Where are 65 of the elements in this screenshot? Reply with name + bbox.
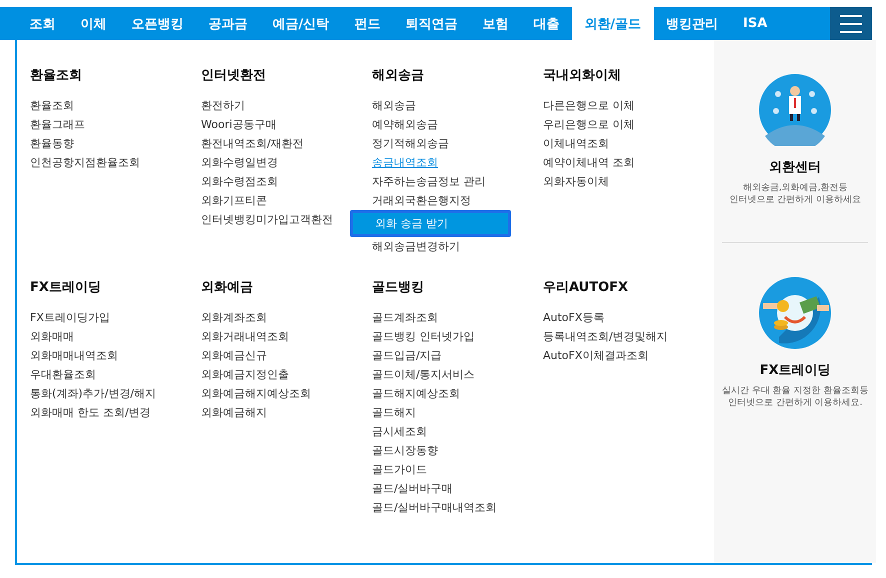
menu-link[interactable]: 우리은행으로 이체: [543, 115, 634, 134]
menu-link[interactable]: 외화기프티콘: [201, 191, 267, 210]
menu-link[interactable]: 해외송금: [372, 96, 416, 115]
menu-link[interactable]: 자주하는송금정보 관리: [372, 172, 486, 191]
menu-link[interactable]: 금시세조회: [372, 422, 427, 441]
menu-link[interactable]: 골드가이드: [372, 460, 427, 479]
promo-description: 실시간 우대 환율 지정한 환율조회등 인터넷으로 간편하게 이용하세요.: [722, 385, 868, 409]
menu-link[interactable]: 골드이체/통지서비스: [372, 365, 475, 384]
menu-link[interactable]: 환전내역조회/재환전: [201, 134, 304, 153]
group-heading: 골드뱅킹: [372, 279, 424, 296]
menu-link[interactable]: 외화수령점조회: [201, 172, 278, 191]
menu-button[interactable]: [830, 7, 872, 40]
menu-link[interactable]: 골드계좌조회: [372, 308, 438, 327]
menu-link[interactable]: 외화예금신규: [201, 346, 267, 365]
menu-link[interactable]: 골드해지: [372, 403, 416, 422]
group-heading: FX트레이딩: [30, 279, 101, 296]
menu-link[interactable]: 골드/실버바구매내역조회: [372, 498, 497, 517]
group-heading: 인터넷환전: [201, 67, 266, 84]
menu-link[interactable]: 예약이체내역 조회: [543, 153, 634, 172]
menu-link[interactable]: 송금내역조회: [372, 153, 438, 172]
menu-link[interactable]: 외화예금해지예상조회: [201, 384, 311, 403]
menu-link[interactable]: 외화예금지정인출: [201, 365, 289, 384]
menu-link[interactable]: 인터넷뱅킹미가입고객환전: [201, 210, 333, 229]
menu-link[interactable]: 환전하기: [201, 96, 245, 115]
group-heading: 우리AUTOFX: [543, 279, 628, 296]
menu-link[interactable]: 정기적해외송금: [372, 134, 449, 153]
menu-link[interactable]: 외화예금해지: [201, 403, 267, 422]
menu-link[interactable]: 외화매매: [30, 327, 74, 346]
menu-link[interactable]: 골드해지예상조회: [372, 384, 460, 403]
menu-link[interactable]: 골드뱅킹 인터넷가입: [372, 327, 474, 346]
menu-link[interactable]: 외화거래내역조회: [201, 327, 289, 346]
menu-link[interactable]: 통화(계좌)추가/변경/해지: [30, 384, 156, 403]
menu-link[interactable]: 외화계좌조회: [201, 308, 267, 327]
menu-link[interactable]: 해외송금변경하기: [372, 237, 460, 256]
group-heading: 국내외화이체: [543, 67, 621, 84]
menu-link[interactable]: 외화자동이체: [543, 172, 609, 191]
menu-link[interactable]: 거래외국환은행지정: [372, 191, 471, 210]
menu-link[interactable]: 예약해외송금: [372, 115, 438, 134]
menu-link[interactable]: AutoFX등록: [543, 308, 604, 327]
promo-title: 외환센터: [769, 159, 822, 176]
menu-link[interactable]: 외화수령일변경: [201, 153, 278, 172]
menu-link[interactable]: 환율그래프: [30, 115, 85, 134]
menu-link[interactable]: 외화매매내역조회: [30, 346, 118, 365]
promo-description: 해외송금,외화예금,환전등 인터넷으로 간편하게 이용하세요: [729, 182, 862, 206]
menu-link[interactable]: 다른은행으로 이체: [543, 96, 634, 115]
menu-link[interactable]: 골드입금/지급: [372, 346, 442, 365]
menu-icon: [840, 14, 862, 32]
promo-title: FX트레이딩: [760, 362, 831, 379]
menu-link[interactable]: FX트레이딩가입: [30, 308, 110, 327]
money-exchange-icon: [759, 277, 832, 349]
menu-link[interactable]: 골드시장동향: [372, 441, 438, 460]
menu-link[interactable]: 이체내역조회: [543, 134, 609, 153]
group-heading: 해외송금: [372, 67, 424, 84]
menu-link[interactable]: 외화매매 한도 조회/변경: [30, 403, 151, 422]
menu-link[interactable]: 환율동향: [30, 134, 74, 153]
menu-link[interactable]: 골드/실버바구매: [372, 479, 453, 498]
menu-link[interactable]: 인천공항지점환율조회: [30, 153, 140, 172]
menu-link[interactable]: AutoFX이체결과조회: [543, 346, 648, 365]
group-heading: 외화예금: [201, 279, 253, 296]
menu-link[interactable]: 등록내역조회/변경및해지: [543, 327, 668, 346]
menu-link[interactable]: 우대환율조회: [30, 365, 96, 384]
menu-link[interactable]: 환율조회: [30, 96, 74, 115]
group-heading: 환율조회: [30, 67, 82, 84]
globe-person-icon: [759, 74, 832, 146]
menu-link[interactable]: Woori공동구매: [201, 115, 276, 134]
